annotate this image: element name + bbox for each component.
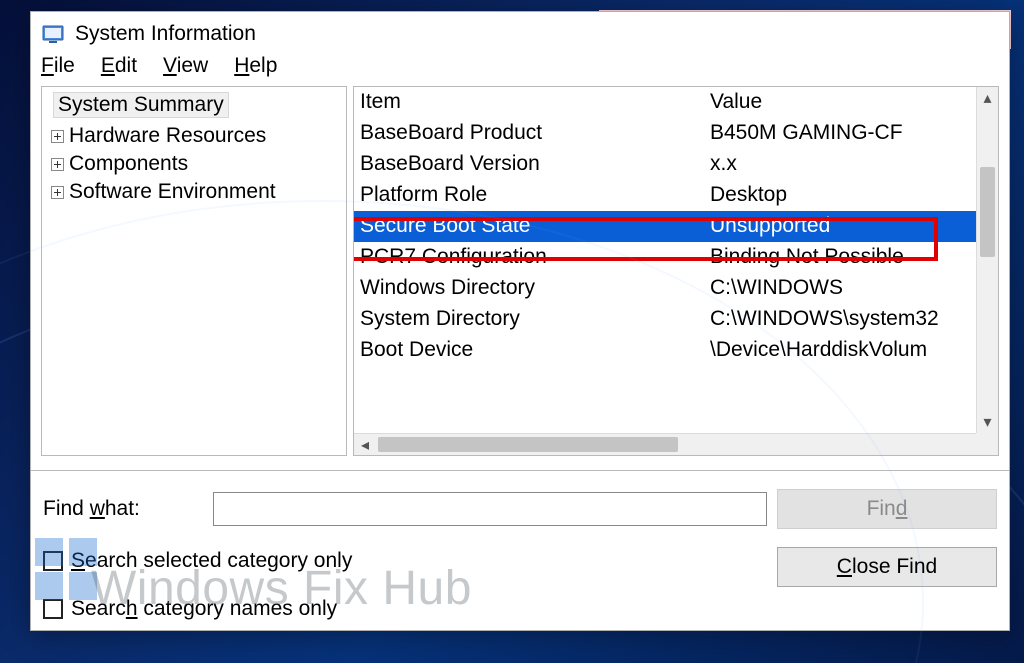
details-list[interactable]: ItemValueBaseBoard ProductB450M GAMING-C… [353,86,999,456]
checkbox-search-selected-category[interactable]: Search selected category only [43,549,767,573]
menubar: File Edit View Help [31,52,1009,86]
scroll-track[interactable] [376,434,976,455]
list-row[interactable]: Windows DirectoryC:\WINDOWS [354,273,976,304]
expand-icon[interactable] [50,157,65,172]
column-header-value[interactable]: Value [710,90,970,114]
system-information-window: System Information File Edit View Help S… [30,11,1010,631]
list-row[interactable]: System DirectoryC:\WINDOWS\system32 [354,304,976,335]
category-tree[interactable]: System Summary Hardware Resources Compon… [41,86,347,456]
checkbox-icon[interactable] [43,551,63,571]
expand-icon[interactable] [50,185,65,200]
list-cell-value: B450M GAMING-CF [710,121,970,145]
list-cell-value: \Device\HarddiskVolum [710,338,970,362]
titlebar: System Information [31,12,1009,52]
horizontal-scrollbar[interactable]: ◂ ▸ [354,433,998,455]
tree-item-hardware-resources[interactable]: Hardware Resources [69,124,266,148]
app-icon [41,22,65,46]
list-row[interactable]: Secure Boot StateUnsupported [354,211,976,242]
list-cell-item: BaseBoard Version [360,152,710,176]
menu-file[interactable]: File [41,54,75,78]
scroll-track[interactable] [977,109,998,411]
find-panel: Find what: Find Search selected category… [31,470,1009,630]
list-cell-item: Boot Device [360,338,710,362]
list-cell-value: Desktop [710,183,970,207]
checkbox-label: Search selected category only [71,549,352,573]
scroll-left-icon[interactable]: ◂ [354,434,376,456]
tree-root-system-summary[interactable]: System Summary [53,92,229,118]
menu-edit[interactable]: Edit [101,54,137,78]
list-cell-value: C:\WINDOWS\system32 [710,307,970,331]
list-row[interactable]: Boot Device\Device\HarddiskVolum [354,335,976,366]
list-cell-item: Secure Boot State [360,214,710,238]
menu-help[interactable]: Help [234,54,277,78]
find-input[interactable] [213,492,767,526]
vertical-scrollbar[interactable]: ▴ ▾ [976,87,998,433]
list-cell-value: Unsupported [710,214,970,238]
tree-item-components[interactable]: Components [69,152,188,176]
checkbox-search-category-names[interactable]: Search category names only [43,597,767,621]
list-row[interactable]: Platform RoleDesktop [354,180,976,211]
checkbox-icon[interactable] [43,599,63,619]
checkbox-label: Search category names only [71,597,337,621]
list-cell-item: System Directory [360,307,710,331]
watermark-logo-icon [35,538,99,602]
list-cell-item: Windows Directory [360,276,710,300]
tree-item-software-environment[interactable]: Software Environment [69,180,276,204]
list-row[interactable]: PCR7 ConfigurationBinding Not Possible [354,242,976,273]
list-cell-value: x.x [710,152,970,176]
scroll-thumb[interactable] [980,167,995,257]
find-button[interactable]: Find [777,489,997,529]
column-header-item[interactable]: Item [360,90,710,114]
scroll-down-icon[interactable]: ▾ [977,411,999,433]
scroll-up-icon[interactable]: ▴ [977,87,999,109]
list-cell-value: C:\WINDOWS [710,276,970,300]
list-row[interactable]: BaseBoard ProductB450M GAMING-CF [354,118,976,149]
list-row[interactable]: BaseBoard Versionx.x [354,149,976,180]
scroll-thumb[interactable] [378,437,678,452]
list-cell-item: BaseBoard Product [360,121,710,145]
window-title: System Information [75,22,256,46]
list-cell-value: Binding Not Possible [710,245,970,269]
menu-view[interactable]: View [163,54,208,78]
expand-icon[interactable] [50,129,65,144]
list-cell-item: PCR7 Configuration [360,245,710,269]
watermark-text: Windows Fix Hub [91,561,472,616]
find-what-label: Find what: [43,497,203,521]
close-find-button[interactable]: Close Find [777,547,997,587]
list-header-row[interactable]: ItemValue [354,87,976,118]
list-cell-item: Platform Role [360,183,710,207]
scroll-corner [976,433,998,455]
